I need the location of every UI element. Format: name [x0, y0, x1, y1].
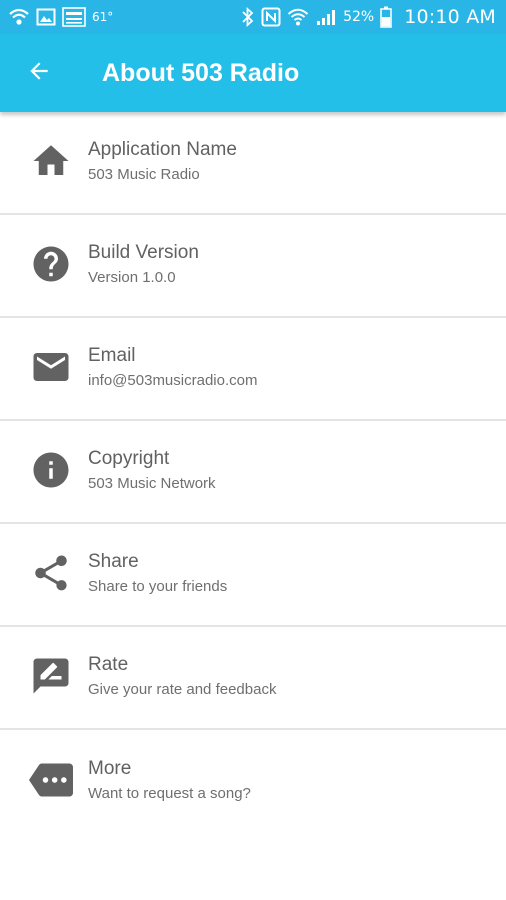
item-subtitle: Want to request a song? — [88, 784, 251, 802]
list-item-email[interactable]: Email info@503musicradio.com — [0, 318, 506, 421]
list-item-more[interactable]: More Want to request a song? — [0, 730, 506, 833]
battery-icon — [380, 6, 392, 28]
temperature-text: 61° — [92, 10, 114, 24]
item-title: Share — [88, 550, 139, 572]
item-title: Build Version — [88, 241, 199, 263]
item-title: Application Name — [88, 138, 237, 160]
item-subtitle: 503 Music Network — [88, 474, 216, 492]
more-tag-icon — [29, 758, 73, 806]
wifi-icon — [287, 7, 309, 27]
battery-percent: 52% — [343, 9, 375, 25]
page-title: About 503 Radio — [102, 58, 300, 87]
item-subtitle: Give your rate and feedback — [88, 680, 277, 698]
clock-time: 10:10 AM — [404, 6, 496, 28]
item-title: Copyright — [88, 447, 170, 469]
item-title: Email — [88, 344, 136, 366]
item-subtitle: info@503musicradio.com — [88, 371, 258, 389]
nfc-icon — [261, 7, 281, 27]
signal-icon — [315, 7, 337, 27]
gallery-icon — [36, 7, 56, 27]
home-icon — [30, 140, 72, 186]
item-title: More — [88, 757, 132, 779]
list-item-rate[interactable]: Rate Give your rate and feedback — [0, 627, 506, 730]
list-item-copyright[interactable]: Copyright 503 Music Network — [0, 421, 506, 524]
about-list: Application Name 503 Music Radio Build V… — [0, 112, 506, 833]
back-button[interactable] — [0, 34, 78, 112]
info-icon — [30, 449, 72, 495]
radio-app-icon — [62, 7, 86, 27]
share-icon — [30, 552, 72, 598]
rate-review-icon — [30, 655, 72, 701]
item-subtitle: 503 Music Radio — [88, 165, 200, 183]
item-title: Rate — [88, 653, 129, 675]
item-subtitle: Version 1.0.0 — [88, 268, 176, 286]
email-icon — [30, 346, 72, 392]
list-item-build-version[interactable]: Build Version Version 1.0.0 — [0, 215, 506, 318]
arrow-left-icon — [26, 58, 52, 88]
wifi-calling-icon — [8, 7, 30, 27]
bluetooth-icon — [241, 7, 255, 27]
app-bar: About 503 Radio — [0, 34, 506, 112]
list-item-application-name[interactable]: Application Name 503 Music Radio — [0, 112, 506, 215]
help-circle-icon — [30, 243, 72, 289]
item-subtitle: Share to your friends — [88, 577, 228, 595]
list-item-share[interactable]: Share Share to your friends — [0, 524, 506, 627]
status-bar: 61° 52% 10:10 AM — [0, 0, 506, 34]
